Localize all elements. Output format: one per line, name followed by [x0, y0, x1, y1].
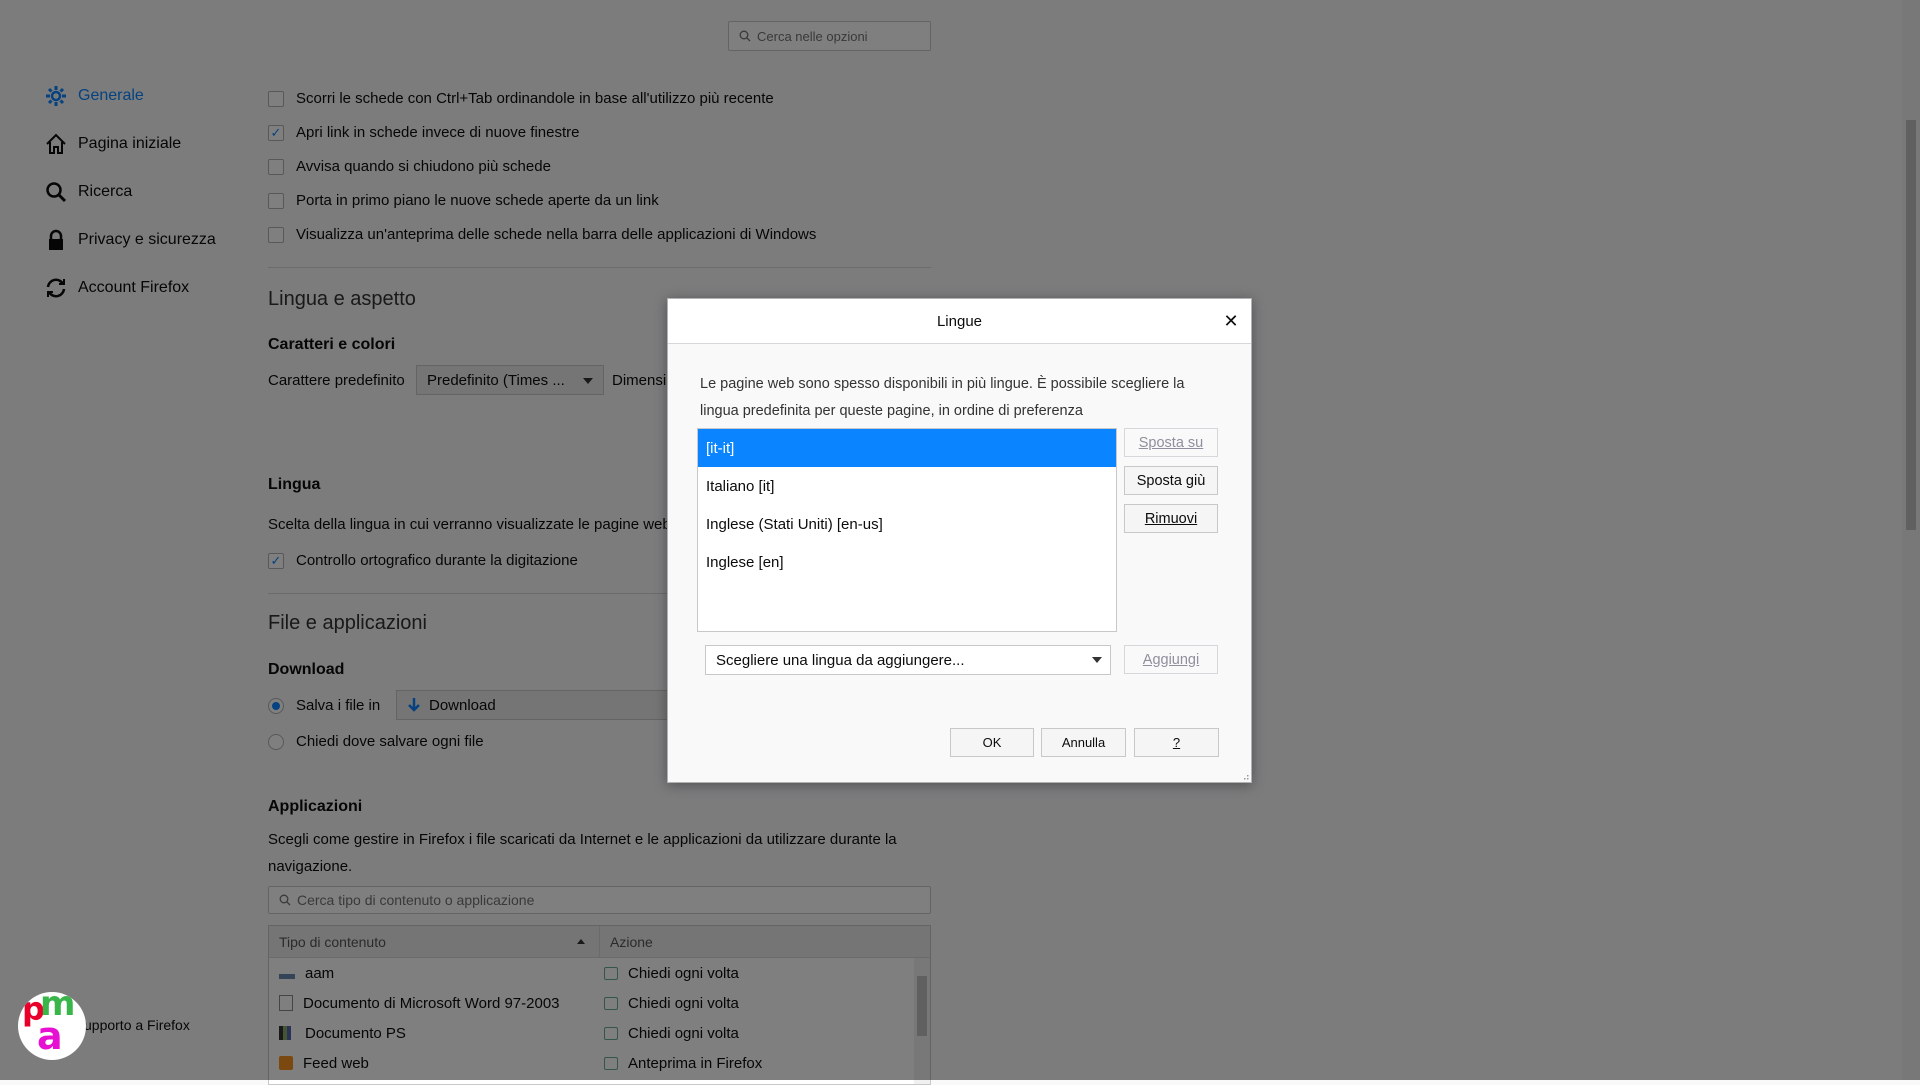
logo-letter: a: [37, 1014, 63, 1058]
close-icon[interactable]: ✕: [1221, 311, 1241, 331]
languages-dialog: Lingue ✕ Le pagine web sono spesso dispo…: [667, 298, 1252, 783]
list-item[interactable]: Italiano [it]: [698, 467, 1116, 505]
button-label: ?: [1172, 735, 1181, 750]
cancel-button[interactable]: Annulla: [1041, 728, 1126, 757]
move-down-button[interactable]: Sposta giù: [1124, 466, 1218, 495]
language-list[interactable]: [it-it] Italiano [it] Inglese (Stati Uni…: [697, 428, 1117, 632]
dialog-description: Le pagine web sono spesso disponibili in…: [700, 376, 1185, 419]
dialog-titlebar: Lingue ✕: [668, 299, 1251, 344]
button-label: Sposta giù: [1136, 472, 1206, 489]
logo: p m a: [18, 992, 86, 1060]
resize-grip-icon[interactable]: [1241, 772, 1249, 780]
add-language-select[interactable]: Scegliere una lingua da aggiungere...: [705, 645, 1111, 675]
button-label: OK: [982, 735, 1002, 750]
list-item[interactable]: Inglese (Stati Uniti) [en-us]: [698, 505, 1116, 543]
button-label: Aggiungi: [1142, 651, 1200, 668]
remove-button[interactable]: Rimuovi: [1124, 504, 1218, 533]
button-label: Annulla: [1061, 735, 1106, 750]
add-button[interactable]: Aggiungi: [1124, 645, 1218, 674]
list-item[interactable]: [it-it]: [698, 429, 1116, 467]
select-value: Scegliere una lingua da aggiungere...: [716, 651, 965, 669]
dialog-title: Lingue: [936, 312, 983, 330]
chevron-down-icon: [1092, 657, 1102, 663]
move-up-button[interactable]: Sposta su: [1124, 428, 1218, 457]
button-label: Sposta su: [1138, 434, 1204, 451]
help-button[interactable]: ?: [1134, 728, 1219, 757]
button-label: Rimuovi: [1144, 510, 1198, 527]
list-item[interactable]: Inglese [en]: [698, 543, 1116, 581]
ok-button[interactable]: OK: [950, 728, 1034, 757]
